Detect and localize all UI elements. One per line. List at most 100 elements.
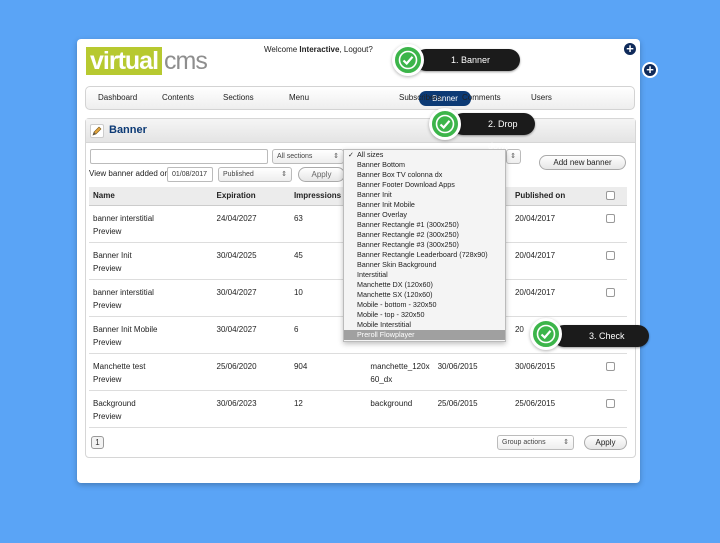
- check-icon: [530, 318, 562, 350]
- dropdown-option[interactable]: Banner Skin Background: [344, 260, 505, 270]
- dropdown-option[interactable]: Banner Init: [344, 190, 505, 200]
- callout-check-format: 3. Check format: [553, 325, 649, 363]
- nav-sections[interactable]: Sections: [223, 87, 254, 109]
- dropdown-option[interactable]: Interstitial: [344, 270, 505, 280]
- dropdown-option[interactable]: Manchette SX (120x60): [344, 290, 505, 300]
- row-checkbox[interactable]: [606, 287, 616, 297]
- plus-icon[interactable]: +: [622, 41, 638, 57]
- cell-published: 20/04/2017: [510, 279, 603, 317]
- add-new-banner-button[interactable]: Add new banner: [539, 155, 626, 170]
- row-checkbox[interactable]: [606, 250, 616, 260]
- table-row[interactable]: Manchette test Preview 25/06/2020 904 manche…: [89, 353, 627, 391]
- cell-published: 25/06/2015: [510, 390, 603, 428]
- banner-name[interactable]: banner interstitial: [93, 286, 209, 299]
- col-published[interactable]: Published on: [510, 187, 603, 206]
- dropdown-option[interactable]: Mobile Interstitial: [344, 320, 505, 330]
- search-input[interactable]: [90, 149, 268, 164]
- cell-impressions: 12: [289, 390, 367, 428]
- banner-name[interactable]: Manchette test: [93, 360, 209, 373]
- callout-drop-down: 2. Drop down: [452, 113, 535, 151]
- sections-select[interactable]: All sections: [272, 149, 344, 164]
- dropdown-option[interactable]: Mobile - top - 320x50: [344, 310, 505, 320]
- panel-title: Banner: [109, 124, 147, 136]
- preview-link[interactable]: Preview: [93, 299, 209, 312]
- nav-dashboard[interactable]: Dashboard: [98, 87, 137, 109]
- cell-select[interactable]: [602, 205, 627, 243]
- banner-name[interactable]: Background: [93, 397, 209, 410]
- cell-name[interactable]: Banner Init Mobile Preview: [89, 316, 213, 354]
- panel-header: Banner: [86, 119, 635, 143]
- apply-filter-button[interactable]: Apply: [298, 167, 345, 182]
- cell-impressions: 904: [289, 353, 367, 391]
- preview-link[interactable]: Preview: [93, 225, 209, 238]
- dropdown-option[interactable]: Banner Footer Download Apps: [344, 180, 505, 190]
- dropdown-option[interactable]: Preroll Flowplayer: [344, 330, 505, 340]
- added-on-label: View banner added on: [89, 169, 169, 178]
- logout-link[interactable]: , Logout?: [339, 45, 372, 54]
- col-expiration[interactable]: Expiration: [212, 187, 290, 206]
- cell-select[interactable]: [602, 242, 627, 280]
- check-icon: [429, 108, 461, 140]
- dropdown-option[interactable]: Banner Overlay: [344, 210, 505, 220]
- cell-expiration: 30/04/2025: [212, 242, 290, 280]
- nav-contents[interactable]: Contents: [162, 87, 194, 109]
- status-select[interactable]: Published: [218, 167, 292, 182]
- welcome-text: Welcome Interactive, Logout?: [264, 45, 373, 54]
- preview-link[interactable]: Preview: [93, 262, 209, 275]
- nav-subscribers[interactable]: Subscribers: [399, 87, 441, 109]
- dropdown-option[interactable]: Banner Rectangle Leaderboard (728x90): [344, 250, 505, 260]
- preview-link[interactable]: Preview: [93, 336, 209, 349]
- nav-users[interactable]: Users: [531, 87, 552, 109]
- welcome-prefix: Welcome: [264, 45, 300, 54]
- cell-name[interactable]: Banner Init Preview: [89, 242, 213, 280]
- table-row[interactable]: Background Preview 30/06/2023 12 background 2…: [89, 390, 627, 428]
- welcome-user[interactable]: Interactive: [299, 45, 339, 54]
- dropdown-option[interactable]: Banner Rectangle #2 (300x250): [344, 230, 505, 240]
- main-nav: Dashboard Contents Sections Menu Banner …: [85, 86, 635, 110]
- callout-banner-module: 1. Banner Module: [415, 49, 520, 87]
- plus-icon[interactable]: +: [642, 62, 658, 78]
- banner-name[interactable]: Banner Init Mobile: [93, 323, 209, 336]
- col-name[interactable]: Name: [89, 187, 213, 206]
- dropdown-option[interactable]: Manchette DX (120x60): [344, 280, 505, 290]
- cell-name[interactable]: banner interstitial Preview: [89, 205, 213, 243]
- preview-link[interactable]: Preview: [93, 410, 209, 423]
- dropdown-option[interactable]: All sizes: [344, 150, 505, 160]
- banner-name[interactable]: Banner Init: [93, 249, 209, 262]
- cell-published: 20/04/2017: [510, 242, 603, 280]
- logo-part-2: cms: [164, 46, 208, 75]
- cell-expiration: 25/06/2020: [212, 353, 290, 391]
- dropdown-option[interactable]: Banner Rectangle #1 (300x250): [344, 220, 505, 230]
- nav-menu[interactable]: Menu: [289, 87, 309, 109]
- logo-part-1: virtual: [86, 47, 163, 75]
- preview-link[interactable]: Preview: [93, 373, 209, 386]
- row-checkbox[interactable]: [606, 398, 616, 408]
- cell-expiration: 30/04/2027: [212, 316, 290, 354]
- cell-created: 25/06/2015: [433, 390, 511, 428]
- dropdown-option[interactable]: Banner Init Mobile: [344, 200, 505, 210]
- cell-published: 20/04/2017: [510, 205, 603, 243]
- cell-expiration: 24/04/2027: [212, 205, 290, 243]
- cell-name[interactable]: banner interstitial Preview: [89, 279, 213, 317]
- cell-select[interactable]: [602, 279, 627, 317]
- cell-name[interactable]: Background Preview: [89, 390, 213, 428]
- date-input[interactable]: 01/08/2017: [167, 167, 213, 182]
- group-actions-select[interactable]: Group actions: [497, 435, 574, 450]
- size-dropdown: All sizesBanner BottomBanner Box TV colo…: [343, 149, 506, 342]
- virtualcms-logo[interactable]: virtual cms: [86, 46, 208, 75]
- apply-group-button[interactable]: Apply: [584, 435, 627, 450]
- pencil-icon: [90, 124, 104, 138]
- banner-name[interactable]: banner interstitial: [93, 212, 209, 225]
- dropdown-option[interactable]: Banner Box TV colonna dx: [344, 170, 505, 180]
- dropdown-option[interactable]: Banner Bottom: [344, 160, 505, 170]
- cell-created: 30/06/2015: [433, 353, 511, 391]
- cell-name[interactable]: Manchette test Preview: [89, 353, 213, 391]
- row-checkbox[interactable]: [606, 213, 616, 223]
- dropdown-option[interactable]: Banner Rectangle #3 (300x250): [344, 240, 505, 250]
- col-select-all[interactable]: [602, 187, 627, 206]
- cell-select[interactable]: [602, 390, 627, 428]
- select-all-checkbox[interactable]: [606, 191, 616, 201]
- dropdown-option[interactable]: Mobile - bottom - 320x50: [344, 300, 505, 310]
- page-1-button[interactable]: 1: [91, 436, 104, 449]
- cell-format: manchette_120x 60_dx: [366, 353, 434, 391]
